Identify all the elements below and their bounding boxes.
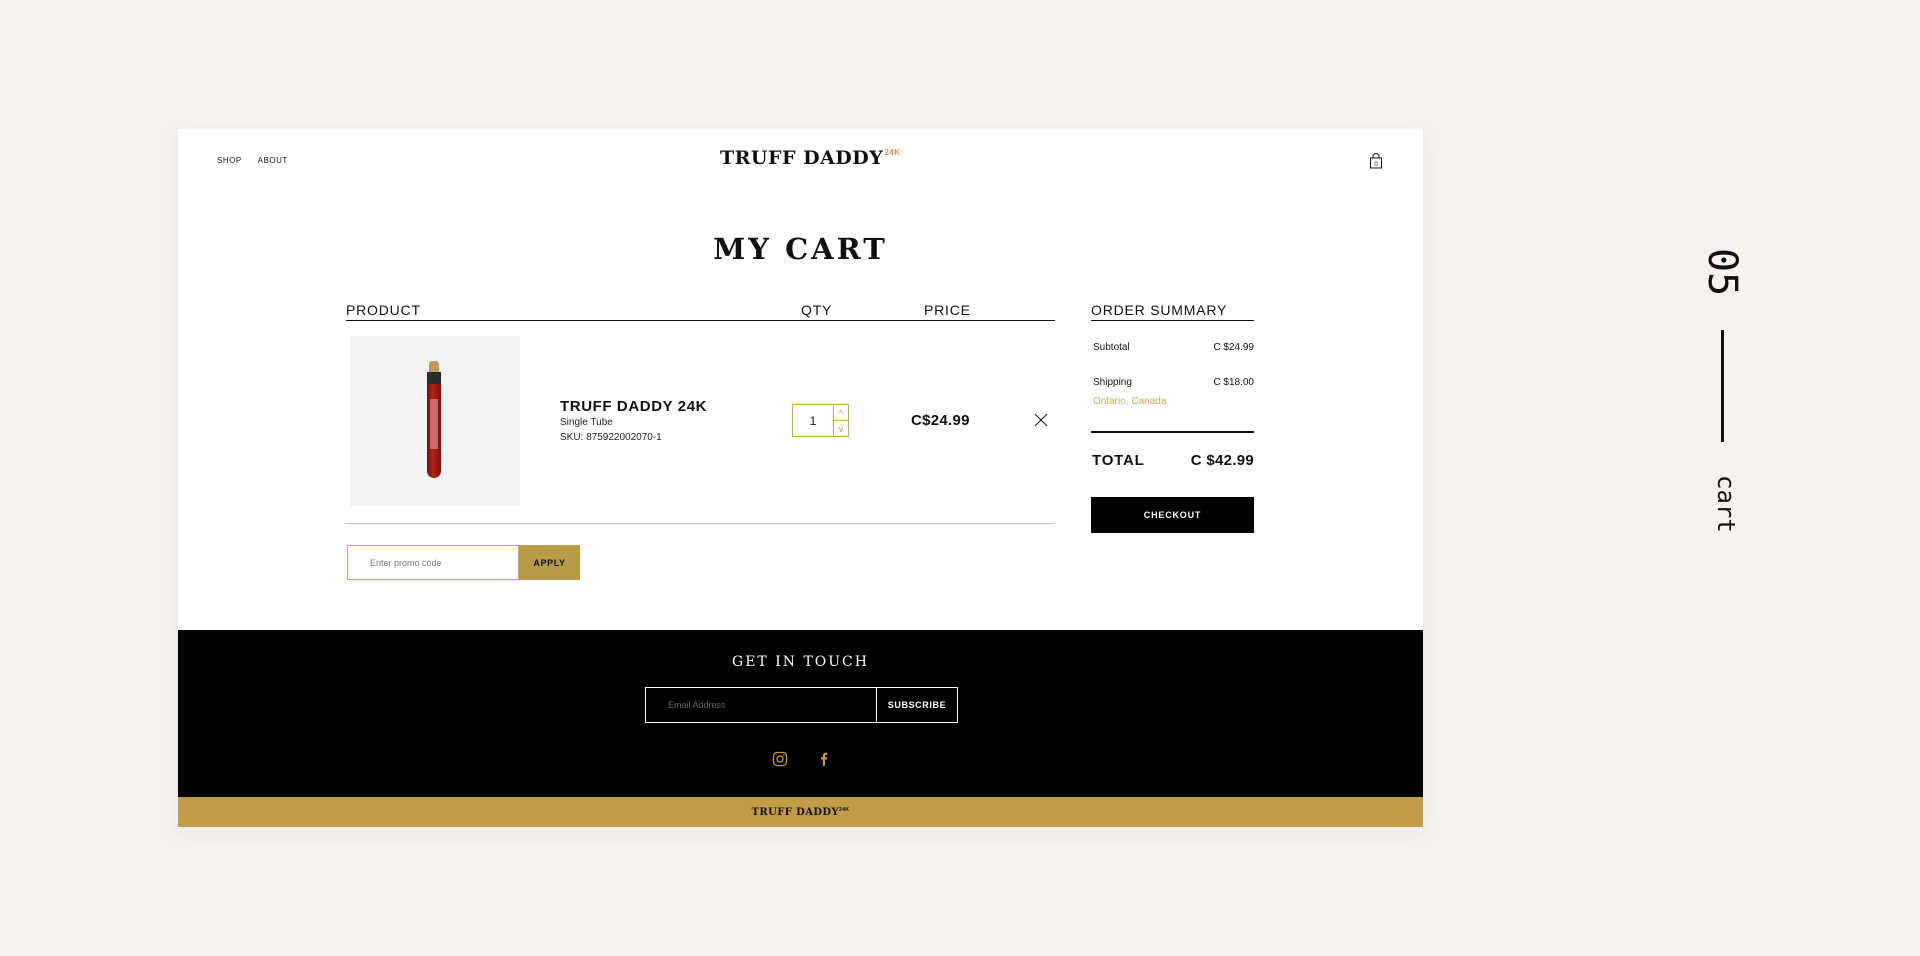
quantity-value[interactable]: 1 [793,405,834,436]
column-header-qty: QTY [801,302,833,318]
quantity-increase-button[interactable]: ^ [834,405,848,421]
checkout-button[interactable]: CHECKOUT [1091,497,1254,533]
step-number: 05 [1699,248,1745,297]
newsletter-form: SUBSCRIBE [645,687,958,723]
shopping-bag-icon[interactable]: 0 [1369,153,1383,169]
email-input[interactable] [646,688,877,722]
product-image[interactable] [350,336,520,506]
total-label: TOTAL [1092,452,1145,469]
shipping-location[interactable]: Ontario, Canada [1093,396,1166,407]
instagram-icon[interactable] [772,751,788,767]
main-nav: SHOP ABOUT [217,156,288,165]
annotation-divider [1721,330,1724,442]
shipping-value: C $18.00 [1213,377,1254,388]
product-variant: Single Tube [560,417,613,428]
product-sku: SKU: 875922002070-1 [560,432,662,443]
subtotal-value: C $24.99 [1213,342,1254,353]
brand-mark: 24K [884,148,901,157]
brand-logo[interactable]: TRUFF DADDY24K [720,147,901,169]
promo-code-input[interactable] [347,545,519,580]
item-price: C$24.99 [911,412,970,429]
order-summary-title: ORDER SUMMARY [1091,302,1228,318]
apply-promo-button[interactable]: APPLY [519,545,580,580]
nav-about-link[interactable]: ABOUT [258,156,288,165]
footer: GET IN TOUCH SUBSCRIBE [178,630,1423,797]
footer-brand-bar: TRUFF DADDY24K [178,797,1423,827]
header-divider [346,320,1055,321]
facebook-icon[interactable] [816,751,832,767]
shipping-label: Shipping [1093,377,1132,388]
store-page-frame: SHOP ABOUT TRUFF DADDY24K 0 MY CART PROD… [178,129,1423,827]
svg-text:0: 0 [1374,162,1378,168]
column-header-product: PRODUCT [346,302,421,318]
page-title: MY CART [713,232,888,266]
brand-name: TRUFF DADDY [720,147,884,169]
quantity-decrease-button[interactable]: v [834,421,848,436]
quantity-stepper: 1 ^ v [792,404,849,437]
truff-tube-graphic [427,361,441,479]
product-name[interactable]: TRUFF DADDY 24K [560,398,707,415]
subtotal-label: Subtotal [1093,342,1130,353]
footer-heading: GET IN TOUCH [732,654,869,670]
nav-shop-link[interactable]: SHOP [217,156,242,165]
footer-brand-logo[interactable]: TRUFF DADDY24K [752,807,850,818]
subscribe-button[interactable]: SUBSCRIBE [877,688,957,722]
row-divider [346,523,1055,524]
summary-total-divider [1091,431,1254,433]
step-label: cart [1712,475,1740,533]
total-value: C $42.99 [1190,452,1254,469]
summary-header-divider [1091,320,1254,321]
close-icon[interactable] [1034,413,1048,427]
column-header-price: PRICE [924,302,971,318]
